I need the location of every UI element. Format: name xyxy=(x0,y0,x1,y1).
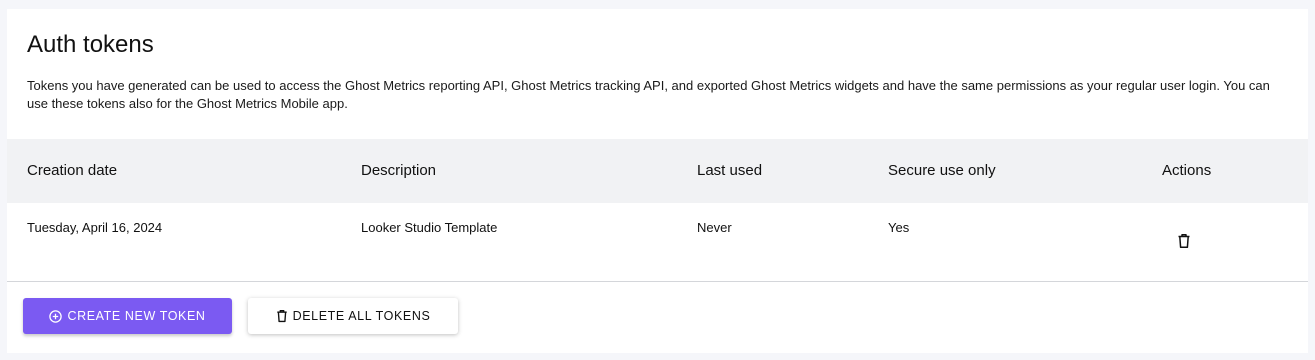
column-header-creation-date: Creation date xyxy=(27,162,118,179)
cell-last-used: Never xyxy=(697,220,732,235)
trash-icon xyxy=(1178,234,1190,249)
auth-tokens-card: Auth tokens Tokens you have generated ca… xyxy=(7,9,1308,353)
trash-icon xyxy=(276,309,288,323)
table-row: Tuesday, April 16, 2024 Looker Studio Te… xyxy=(7,203,1308,282)
column-header-description: Description xyxy=(361,162,437,179)
create-new-token-label: CREATE NEW TOKEN xyxy=(67,309,206,323)
cell-creation-date: Tuesday, April 16, 2024 xyxy=(27,220,163,235)
cell-secure-use-only: Yes xyxy=(888,220,910,235)
cell-description: Looker Studio Template xyxy=(361,220,498,235)
column-header-secure-use-only: Secure use only xyxy=(888,162,996,179)
column-header-last-used: Last used xyxy=(697,162,763,179)
create-new-token-button[interactable]: CREATE NEW TOKEN xyxy=(23,298,232,334)
column-header-actions: Actions xyxy=(1162,162,1212,179)
delete-all-tokens-label: DELETE ALL TOKENS xyxy=(292,309,431,323)
table-header: Creation date Description Last used Secu… xyxy=(7,139,1308,203)
delete-token-button[interactable] xyxy=(1177,233,1191,249)
page-title: Auth tokens xyxy=(27,31,154,58)
delete-all-tokens-button[interactable]: DELETE ALL TOKENS xyxy=(248,298,458,334)
page-description: Tokens you have generated can be used to… xyxy=(27,78,1270,111)
plus-circle-icon xyxy=(49,309,63,323)
